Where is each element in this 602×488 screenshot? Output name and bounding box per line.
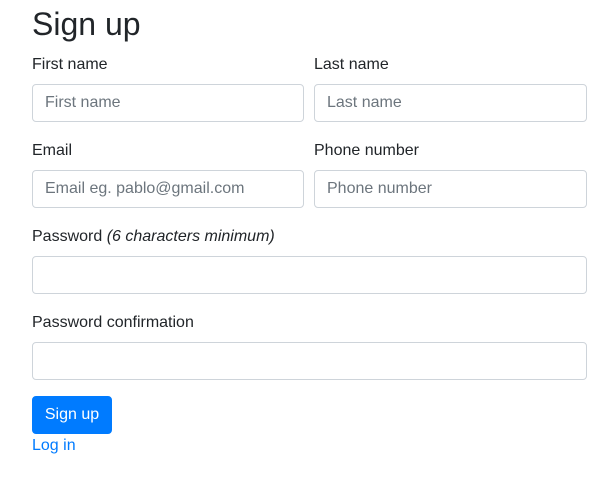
- email-label: Email: [32, 142, 73, 159]
- password-confirmation-label: Password confirmation: [32, 314, 194, 331]
- password-hint: (6 characters minimum): [106, 228, 275, 245]
- email-input[interactable]: [32, 170, 304, 208]
- password-confirmation-input[interactable]: [32, 342, 587, 380]
- phone-number-label: Phone number: [314, 142, 419, 159]
- signup-page: Sign up First name Last name Email Phone…: [0, 0, 602, 488]
- log-in-link[interactable]: Log in: [32, 436, 76, 456]
- password-label-row: Password (6 characters minimum): [32, 227, 275, 247]
- first-name-label: First name: [32, 56, 108, 73]
- last-name-input[interactable]: [314, 84, 587, 122]
- last-name-label: Last name: [314, 56, 389, 73]
- page-title: Sign up: [32, 6, 141, 42]
- sign-up-button[interactable]: Sign up: [32, 396, 112, 434]
- password-label: Password: [32, 228, 103, 245]
- phone-number-input[interactable]: [314, 170, 587, 208]
- first-name-input[interactable]: [32, 84, 304, 122]
- password-input[interactable]: [32, 256, 587, 294]
